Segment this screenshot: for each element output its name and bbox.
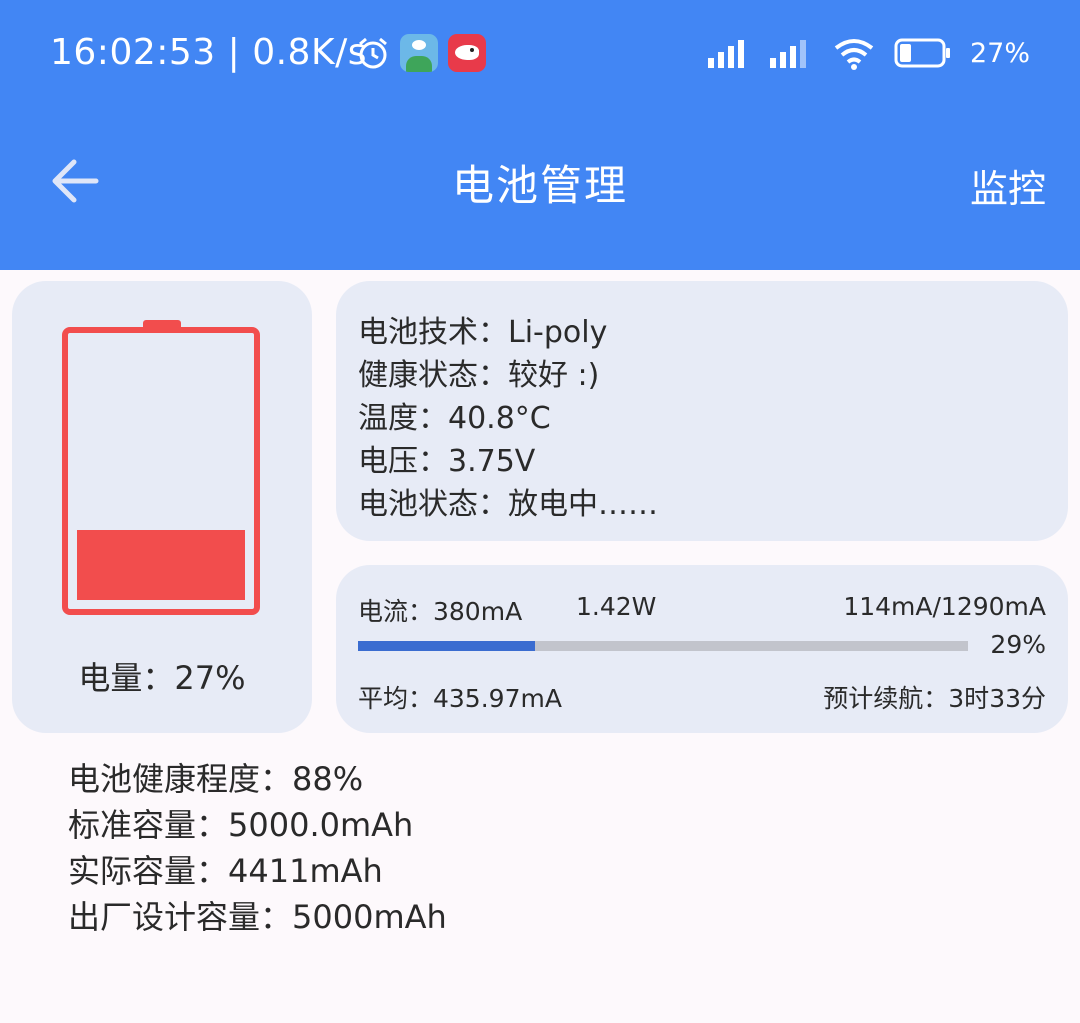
top-bar: 16:02:53 | 0.8K/s 27% 电池管理 监控 <box>0 0 1080 270</box>
cellular-signal-icon <box>707 40 744 68</box>
health-status: 健康状态：较好 :) <box>358 358 600 393</box>
battery-percent-status: 27% <box>969 37 1030 69</box>
power-value: 1.42W <box>576 592 657 621</box>
wifi-icon <box>834 39 874 70</box>
battery-status: 电池状态：放电中…… <box>358 487 658 522</box>
clock: 16:02:53 <box>50 32 216 73</box>
temperature: 温度：40.8°C <box>358 401 551 436</box>
battery-level-card: 电量：27% <box>12 281 312 733</box>
notification-icons <box>356 34 486 72</box>
battery-health-degree: 电池健康程度：88% <box>68 760 364 798</box>
standard-capacity: 标准容量：5000.0mAh <box>68 806 414 844</box>
battery-graphic <box>62 327 260 615</box>
current-progress-fill <box>358 641 535 651</box>
alarm-clock-icon <box>359 37 387 69</box>
net-speed: 0.8K/s <box>252 32 367 73</box>
voltage: 电压：3.75V <box>358 444 536 479</box>
actual-capacity: 实际容量：4411mAh <box>68 852 383 890</box>
monitor-button[interactable]: 监控 <box>970 158 1046 213</box>
current-progress-bar <box>358 641 968 651</box>
app-icon-red-fish <box>448 34 486 72</box>
battery-technology: 电池技术：Li-poly <box>358 315 608 350</box>
status-time: 16:02:53 | 0.8K/s <box>50 32 367 73</box>
page-title: 电池管理 <box>451 161 628 210</box>
app-icon-green <box>400 34 438 72</box>
estimated-runtime: 预计续航：3时33分 <box>823 684 1046 713</box>
cellular-signal-icon-2 <box>769 40 806 68</box>
battery-level-label: 电量：27% <box>78 659 246 697</box>
design-capacity: 出厂设计容量：5000mAh <box>68 898 447 936</box>
current-card: 电流：380mA 1.42W 114mA/1290mA 29% 平均：435.9… <box>336 565 1068 733</box>
status-right: 27% <box>707 36 1030 70</box>
battery-icon <box>894 38 950 68</box>
current-value: 电流：380mA <box>358 597 523 626</box>
battery-info-card: 电池技术：Li-poly 健康状态：较好 :) 温度：40.8°C 电压：3.7… <box>336 281 1068 541</box>
current-range: 114mA/1290mA <box>843 592 1046 621</box>
average-current: 平均：435.97mA <box>358 684 562 713</box>
current-percent: 29% <box>990 630 1046 659</box>
battery-fill <box>77 530 245 600</box>
